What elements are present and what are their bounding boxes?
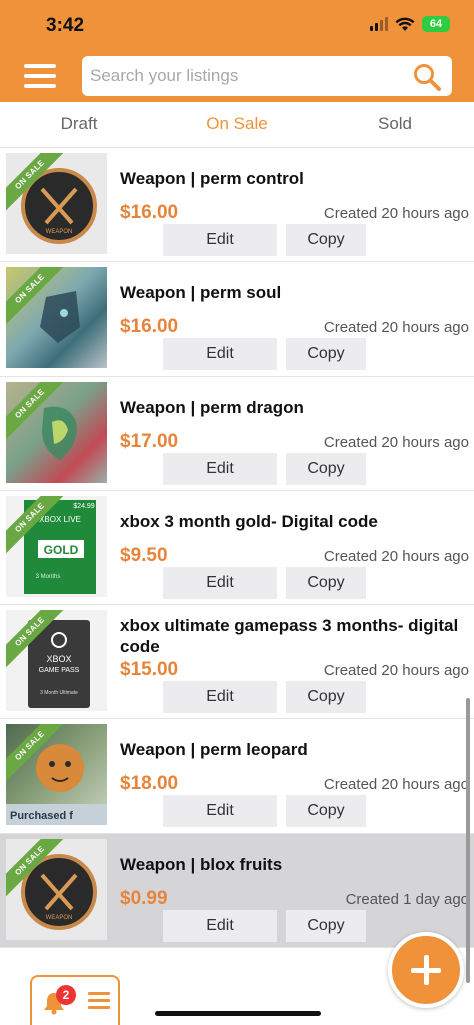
search-header xyxy=(0,50,474,102)
listing-title: Weapon | perm leopard xyxy=(120,740,308,760)
add-listing-button[interactable] xyxy=(388,932,464,1008)
hamburger-menu-icon[interactable] xyxy=(24,64,56,88)
listing-thumbnail: Purchased f ON SALE xyxy=(6,724,107,826)
svg-text:Purchased f: Purchased f xyxy=(10,810,73,822)
listing-created: Created 20 hours ago xyxy=(323,433,469,451)
listing-price: $9.50 xyxy=(120,544,168,566)
on-sale-badge: ON SALE xyxy=(6,838,64,897)
copy-button[interactable]: Copy xyxy=(286,338,366,371)
copy-button[interactable]: Copy xyxy=(286,681,366,714)
listing-row[interactable]: ON SALE Weapon | perm dragon $17.00 Crea… xyxy=(0,376,474,491)
listing-thumbnail: ON SALE xyxy=(6,267,107,369)
tab-sold[interactable]: Sold xyxy=(335,114,455,134)
svg-text:WEAPON: WEAPON xyxy=(46,915,73,921)
copy-button[interactable]: Copy xyxy=(286,452,366,485)
copy-button[interactable]: Copy xyxy=(286,224,366,256)
svg-text:$24.99: $24.99 xyxy=(73,503,95,510)
listing-price: $0.99 xyxy=(120,887,168,909)
listing-created: Created 20 hours ago xyxy=(323,205,469,222)
listing-created: Created 1 day ago xyxy=(345,890,469,908)
copy-button[interactable]: Copy xyxy=(286,909,366,942)
listing-title: Weapon | blox fruits xyxy=(120,854,283,874)
listing-thumbnail: XBOX GAME PASS 3 Month Ultimate ON SALE xyxy=(6,610,107,712)
wifi-icon xyxy=(395,17,415,31)
listing-created: Created 20 hours ago xyxy=(323,319,469,337)
svg-text:WEAPON: WEAPON xyxy=(46,229,73,235)
listing-row[interactable]: WEAPON ON SALE Weapon | perm control $16… xyxy=(0,148,474,263)
edit-button[interactable]: Edit xyxy=(163,338,277,371)
listing-title: xbox ultimate gamepass 3 months- digital… xyxy=(120,616,459,657)
on-sale-badge: ON SALE xyxy=(6,153,64,211)
listing-title: Weapon | perm dragon xyxy=(120,397,304,417)
status-time: 3:42 xyxy=(46,15,85,36)
edit-button[interactable]: Edit xyxy=(163,224,277,256)
listing-tabs: Draft On Sale Sold xyxy=(0,102,474,148)
edit-button[interactable]: Edit xyxy=(163,681,277,714)
listing-title: Weapon | perm soul xyxy=(120,283,282,303)
battery-indicator: 64 xyxy=(422,16,450,32)
listing-row[interactable]: XBOX GAME PASS 3 Month Ultimate ON SALE … xyxy=(0,605,474,720)
status-bar: 3:42 64 xyxy=(0,0,474,50)
svg-text:GAME PASS: GAME PASS xyxy=(39,667,80,674)
listing-title: xbox 3 month gold- Digital code xyxy=(120,511,378,531)
bottom-tab-bar: 2 xyxy=(30,975,120,1025)
on-sale-badge: ON SALE xyxy=(6,610,64,669)
on-sale-badge: ON SALE xyxy=(6,381,64,440)
status-icons: 64 xyxy=(370,16,450,32)
svg-text:3 Months: 3 Months xyxy=(36,574,61,580)
search-box xyxy=(82,56,452,96)
tab-draft[interactable]: Draft xyxy=(19,114,139,134)
listing-price: $17.00 xyxy=(120,430,179,452)
listing-row[interactable]: WEAPON ON SALE Weapon | blox fruits $0.9… xyxy=(0,833,474,949)
tab-on-sale[interactable]: On Sale xyxy=(177,114,297,134)
edit-button[interactable]: Edit xyxy=(163,795,277,828)
signal-icon xyxy=(370,17,388,31)
home-indicator xyxy=(155,1011,321,1016)
edit-button[interactable]: Edit xyxy=(163,566,277,599)
on-sale-badge: ON SALE xyxy=(6,267,64,326)
scrollbar[interactable] xyxy=(466,698,470,983)
listings-list: WEAPON ON SALE Weapon | perm control $16… xyxy=(0,148,474,949)
listing-price: $16.00 xyxy=(120,316,179,338)
search-input[interactable] xyxy=(90,62,400,90)
listing-row[interactable]: ON SALE Weapon | perm soul $16.00 Create… xyxy=(0,262,474,377)
edit-button[interactable]: Edit xyxy=(163,909,277,942)
on-sale-badge: ON SALE xyxy=(6,495,64,554)
listing-row[interactable]: Purchased f ON SALE Weapon | perm leopar… xyxy=(0,719,474,834)
listing-price: $18.00 xyxy=(120,773,179,795)
listing-created: Created 20 hours ago xyxy=(323,662,469,680)
listing-created: Created 20 hours ago xyxy=(323,547,469,565)
on-sale-badge: ON SALE xyxy=(6,724,64,783)
listing-thumbnail: ON SALE xyxy=(6,381,107,483)
listing-price: $16.00 xyxy=(120,202,179,223)
copy-button[interactable]: Copy xyxy=(286,566,366,599)
svg-text:3 Month Ultimate: 3 Month Ultimate xyxy=(40,690,78,696)
listing-row[interactable]: $24.99 XBOX LIVE GOLD 3 Months ON SALE x… xyxy=(0,490,474,606)
listing-thumbnail: WEAPON ON SALE xyxy=(6,838,107,940)
search-icon[interactable] xyxy=(412,62,442,92)
copy-button[interactable]: Copy xyxy=(286,795,366,828)
listing-price: $15.00 xyxy=(120,659,179,681)
listing-created: Created 20 hours ago xyxy=(323,776,469,794)
listing-thumbnail: WEAPON ON SALE xyxy=(6,153,107,254)
notification-count-badge: 2 xyxy=(56,985,76,1005)
list-menu-icon[interactable] xyxy=(88,991,110,1011)
listing-thumbnail: $24.99 XBOX LIVE GOLD 3 Months ON SALE xyxy=(6,495,107,597)
listing-title: Weapon | perm control xyxy=(120,169,304,188)
edit-button[interactable]: Edit xyxy=(163,452,277,485)
